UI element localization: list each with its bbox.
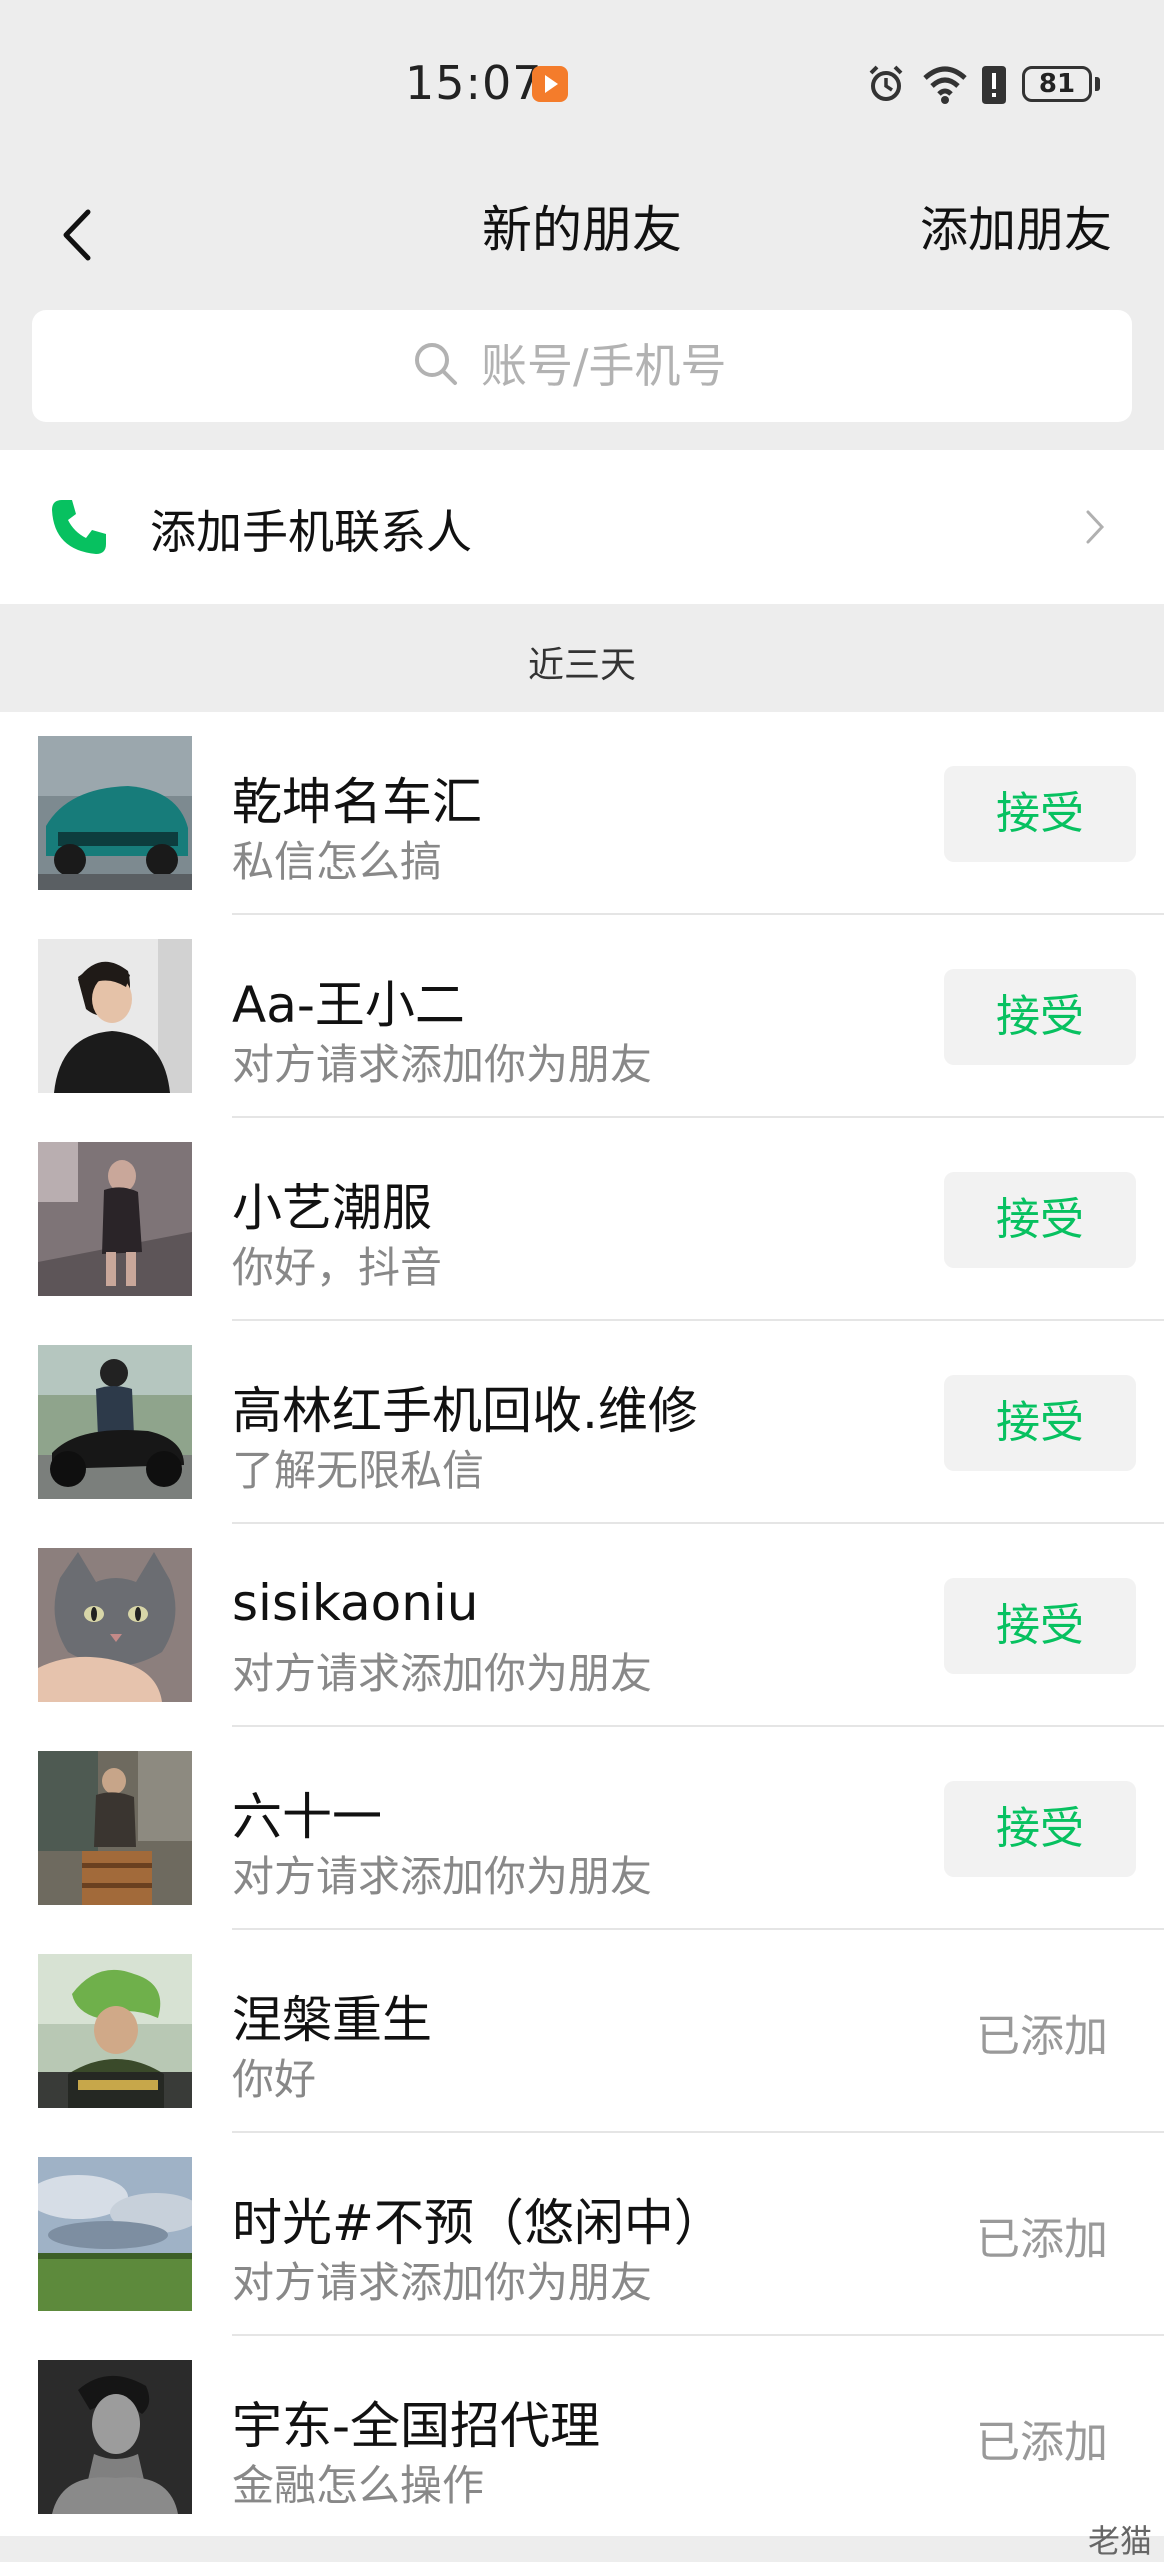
- accept-button[interactable]: 接受: [944, 766, 1136, 862]
- request-name: 六十一: [232, 1788, 382, 1846]
- alert-icon: [978, 66, 1010, 108]
- avatar: [38, 1954, 192, 2108]
- request-name: 时光#不预（悠闲中）: [232, 2194, 724, 2252]
- friend-request-item[interactable]: 高林红手机回收.维修 了解无限私信 接受: [0, 1321, 1164, 1524]
- request-name: sisikaoniu: [232, 1574, 479, 1632]
- status-bar: 15:07 81: [0, 0, 1164, 170]
- friend-request-list: 乾坤名车汇 私信怎么搞 接受 Aa-王小二 对方请求添加你为朋友 接受 小艺潮服…: [0, 712, 1164, 2536]
- friend-request-item[interactable]: Aa-王小二 对方请求添加你为朋友 接受: [0, 915, 1164, 1118]
- added-status: 已添加: [976, 2011, 1108, 2062]
- accept-button[interactable]: 接受: [944, 1781, 1136, 1877]
- search-input[interactable]: [479, 338, 753, 394]
- battery-tip: [1095, 77, 1100, 91]
- alarm-icon: [866, 64, 906, 108]
- request-name: 涅槃重生: [232, 1991, 432, 2049]
- request-message: 对方请求添加你为朋友: [232, 1852, 653, 1901]
- request-name: Aa-王小二: [232, 976, 465, 1034]
- add-phone-contacts-label: 添加手机联系人: [150, 505, 472, 559]
- add-friend-button[interactable]: 添加朋友: [920, 190, 1112, 260]
- avatar: [38, 939, 192, 1093]
- phone-icon: [48, 496, 110, 558]
- section-title: 近三天: [527, 645, 636, 686]
- accept-button[interactable]: 接受: [944, 1578, 1136, 1674]
- avatar: [38, 1751, 192, 1905]
- request-message: 金融怎么操作: [232, 2461, 485, 2510]
- search-bar[interactable]: [32, 310, 1132, 422]
- avatar: [38, 1142, 192, 1296]
- accept-button[interactable]: 接受: [944, 969, 1136, 1065]
- nav-bar: 新的朋友 添加朋友: [0, 170, 1164, 310]
- friend-request-item[interactable]: 乾坤名车汇 私信怎么搞 接受: [0, 712, 1164, 915]
- request-name: 宇东-全国招代理: [232, 2397, 601, 2455]
- request-message: 你好，抖音: [232, 1243, 443, 1292]
- request-name: 乾坤名车汇: [232, 773, 482, 831]
- avatar: [38, 2360, 192, 2514]
- add-phone-contacts-row[interactable]: 添加手机联系人: [0, 450, 1164, 604]
- chevron-right-icon: [1084, 506, 1108, 548]
- accept-button[interactable]: 接受: [944, 1375, 1136, 1471]
- battery-icon: 81: [1022, 66, 1092, 102]
- request-message: 对方请求添加你为朋友: [232, 2258, 653, 2307]
- avatar: [38, 2157, 192, 2311]
- section-header: 近三天: [0, 604, 1164, 712]
- friend-request-item[interactable]: 时光#不预（悠闲中） 对方请求添加你为朋友 已添加: [0, 2133, 1164, 2336]
- watermark: 老猫: [1087, 2522, 1152, 2560]
- added-status: 已添加: [976, 2417, 1108, 2468]
- request-message: 你好: [232, 2055, 317, 2104]
- request-message: 对方请求添加你为朋友: [232, 1649, 653, 1698]
- request-message: 对方请求添加你为朋友: [232, 1040, 653, 1089]
- request-name: 高林红手机回收.维修: [232, 1382, 698, 1440]
- friend-request-item[interactable]: 小艺潮服 你好，抖音 接受: [0, 1118, 1164, 1321]
- request-message: 私信怎么搞: [232, 837, 443, 886]
- wifi-icon: [922, 62, 968, 110]
- friend-request-item[interactable]: 涅槃重生 你好 已添加: [0, 1930, 1164, 2133]
- friend-request-item[interactable]: 六十一 对方请求添加你为朋友 接受: [0, 1727, 1164, 1930]
- search-icon: [411, 339, 461, 393]
- friend-request-item[interactable]: 宇东-全国招代理 金融怎么操作 已添加: [0, 2336, 1164, 2539]
- request-name: 小艺潮服: [232, 1179, 432, 1237]
- request-message: 了解无限私信: [232, 1446, 485, 1495]
- avatar: [38, 1548, 192, 1702]
- avatar: [38, 736, 192, 890]
- status-time: 15:07: [405, 56, 543, 110]
- accept-button[interactable]: 接受: [944, 1172, 1136, 1268]
- app-notification-icon: [532, 66, 568, 102]
- added-status: 已添加: [976, 2214, 1108, 2265]
- friend-request-item[interactable]: sisikaoniu 对方请求添加你为朋友 接受: [0, 1524, 1164, 1727]
- avatar: [38, 1345, 192, 1499]
